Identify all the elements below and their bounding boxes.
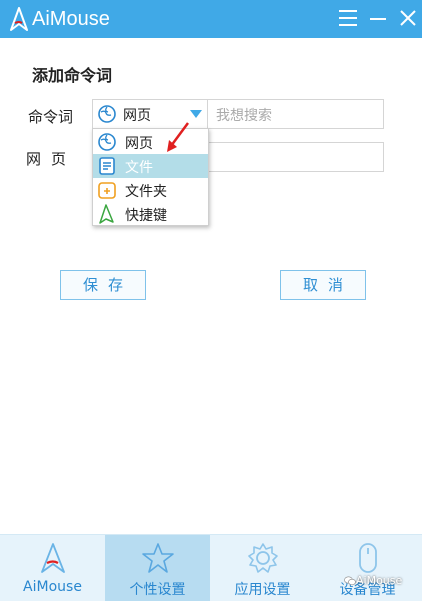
shortcut-icon — [99, 204, 114, 224]
command-input-placeholder: 我想搜索 — [216, 108, 272, 124]
red-arrow-annotation — [167, 122, 190, 152]
file-icon — [99, 157, 115, 175]
close-icon[interactable] — [396, 6, 420, 30]
web-label: 网页 — [26, 150, 77, 168]
cancel-button[interactable]: 取消 — [280, 270, 366, 300]
web-input[interactable] — [208, 142, 384, 172]
nav-item-device-management[interactable]: 设备管理 — [315, 535, 420, 601]
aimouse-logo-icon — [41, 543, 65, 573]
browser-icon — [98, 105, 116, 123]
aimouse-logo-icon — [10, 7, 28, 31]
nav-label: AiMouse — [23, 579, 82, 595]
menu-icon[interactable] — [336, 6, 360, 30]
dropdown-item-label: 文件 — [125, 160, 153, 176]
command-input[interactable]: 我想搜索 — [208, 99, 384, 129]
nav-item-app-settings[interactable]: 应用设置 — [210, 535, 315, 601]
dropdown-item-label: 文件夹 — [125, 184, 167, 200]
wechat-icon — [344, 576, 356, 586]
nav-item-aimouse[interactable]: AiMouse — [0, 535, 105, 601]
watermark: AiMouse — [356, 574, 403, 587]
title-bar: AiMouse — [0, 0, 422, 38]
star-icon — [142, 543, 174, 573]
dropdown-item-shortcut[interactable]: 快捷键 — [93, 202, 208, 226]
bottom-nav: AiMouse 个性设置 应用设置 设备管理 — [0, 534, 422, 601]
folder-icon — [98, 182, 116, 199]
chevron-down-icon[interactable] — [189, 109, 203, 119]
nav-label: 个性设置 — [129, 582, 186, 598]
command-label: 命令词 — [28, 108, 74, 126]
page-title: 添加命令词 — [32, 66, 113, 85]
nav-item-personalization[interactable]: 个性设置 — [105, 535, 210, 601]
dropdown-item-file[interactable]: 文件 — [93, 154, 208, 178]
nav-label: 应用设置 — [234, 582, 291, 598]
dropdown-item-label: 快捷键 — [125, 208, 167, 224]
type-select-value: 网页 — [123, 108, 151, 124]
mouse-icon — [359, 543, 377, 573]
gear-icon — [248, 543, 278, 573]
app-title: AiMouse — [32, 8, 110, 30]
save-button[interactable]: 保存 — [60, 270, 146, 300]
minimize-icon[interactable] — [366, 6, 390, 30]
dropdown-item-folder[interactable]: 文件夹 — [93, 178, 208, 202]
browser-icon — [98, 133, 116, 151]
dropdown-item-label: 网页 — [125, 136, 153, 152]
